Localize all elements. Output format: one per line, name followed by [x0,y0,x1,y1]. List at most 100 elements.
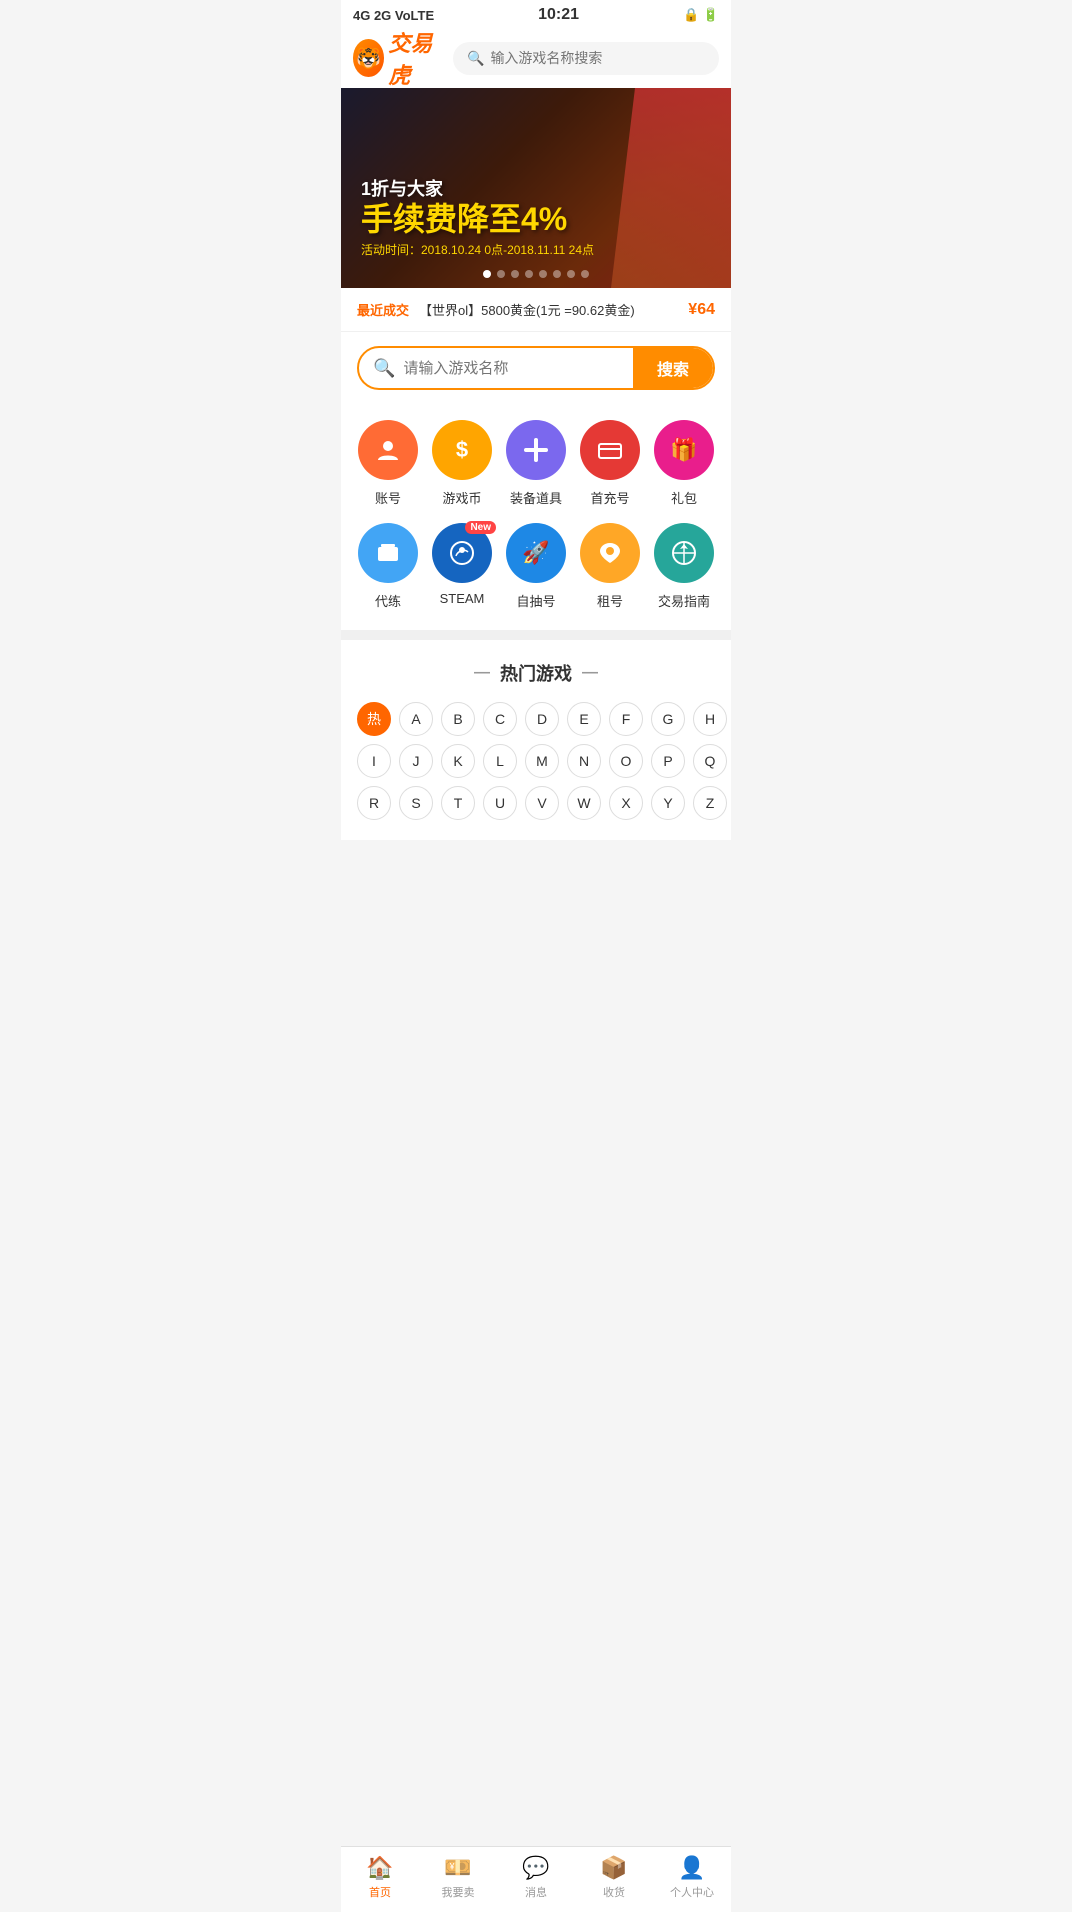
logo-text: 交易虎 [388,26,443,90]
alpha-btn-H[interactable]: H [693,702,727,736]
header-search-input[interactable] [490,50,705,66]
category-grid: 账号 $ 游戏币 装备道具 首充号 🎁 礼包 代练 [351,420,721,610]
search-bar[interactable]: 🔍 搜索 [357,346,715,390]
hot-games-title: 热门游戏 [500,660,572,686]
cat-label-account: 账号 [375,488,401,507]
status-time: 10:21 [538,6,579,24]
alpha-btn-C[interactable]: C [483,702,517,736]
alpha-btn-A[interactable]: A [399,702,433,736]
alpha-btn-M[interactable]: M [525,744,559,778]
logo[interactable]: 🐯 交易虎 [353,38,443,78]
alpha-btn-J[interactable]: J [399,744,433,778]
cat-icon-rental [580,523,640,583]
banner-dots [341,270,731,278]
alpha-btn-V[interactable]: V [525,786,559,820]
logo-icon: 🐯 [353,39,384,77]
section-title: — 热门游戏 — [357,660,715,686]
nav-item-message[interactable]: 💬 消息 [497,1855,575,1900]
alpha-btn-B[interactable]: B [441,702,475,736]
nav-label-home: 首页 [369,1884,391,1900]
search-button[interactable]: 搜索 [633,348,713,388]
cat-label-equipment: 装备道具 [510,488,562,507]
nav-icon-sell: 💴 [444,1855,471,1881]
banner-date: 活动时间：2018.10.24 0点-2018.11.11 24点 [361,241,594,258]
nav-item-sell[interactable]: 💴 我要卖 [419,1855,497,1900]
new-badge: New [465,521,496,534]
cat-label-steam: STEAM [440,591,485,606]
category-item-steam[interactable]: New STEAM [425,523,499,610]
alpha-btn-X[interactable]: X [609,786,643,820]
search-input-wrap[interactable]: 🔍 [359,348,633,388]
category-item-lottery[interactable]: 🚀 自抽号 [499,523,573,610]
category-item-account[interactable]: 账号 [351,420,425,507]
dot-6[interactable] [553,270,561,278]
alpha-btn-G[interactable]: G [651,702,685,736]
dot-2[interactable] [497,270,505,278]
alpha-btn-R[interactable]: R [357,786,391,820]
alphabet-grid: 热ABCDEFGHIJKLMNOPQRSTUVWXYZ [357,702,715,820]
category-item-currency[interactable]: $ 游戏币 [425,420,499,507]
header-search-bar[interactable]: 🔍 [453,42,719,75]
category-item-gift[interactable]: 🎁 礼包 [647,420,721,507]
dot-3[interactable] [511,270,519,278]
category-item-training[interactable]: 代练 [351,523,425,610]
dot-4[interactable] [525,270,533,278]
banner[interactable]: 1折与大家 手续费降至4% 活动时间：2018.10.24 0点-2018.11… [341,88,731,288]
alpha-btn-热[interactable]: 热 [357,702,391,736]
search-section: 🔍 搜索 [341,332,731,404]
alpha-btn-S[interactable]: S [399,786,433,820]
search-input[interactable] [403,360,619,377]
nav-item-home[interactable]: 🏠 首页 [341,1855,419,1900]
alpha-btn-Q[interactable]: Q [693,744,727,778]
alpha-btn-O[interactable]: O [609,744,643,778]
category-item-guide[interactable]: 交易指南 [647,523,721,610]
category-item-equipment[interactable]: 装备道具 [499,420,573,507]
cat-icon-steam: New [432,523,492,583]
alpha-btn-I[interactable]: I [357,744,391,778]
nav-label-profile: 个人中心 [670,1884,714,1900]
cat-label-gift: 礼包 [671,488,697,507]
nav-label-message: 消息 [525,1884,547,1900]
category-section: 账号 $ 游戏币 装备道具 首充号 🎁 礼包 代练 [341,404,731,630]
alpha-btn-D[interactable]: D [525,702,559,736]
alpha-btn-T[interactable]: T [441,786,475,820]
alpha-btn-K[interactable]: K [441,744,475,778]
search-icon: 🔍 [467,50,484,67]
alpha-btn-U[interactable]: U [483,786,517,820]
dot-1[interactable] [483,270,491,278]
dot-5[interactable] [539,270,547,278]
nav-label-sell: 我要卖 [442,1884,475,1900]
hot-games-section: — 热门游戏 — 热ABCDEFGHIJKLMNOPQRSTUVWXYZ [341,640,731,840]
dot-8[interactable] [581,270,589,278]
cat-icon-gift: 🎁 [654,420,714,480]
dot-7[interactable] [567,270,575,278]
nav-icon-profile: 👤 [678,1855,705,1881]
recent-transaction: 最近成交 【世界ol】5800黄金(1元 =90.62黄金) ¥64 [341,288,731,332]
alpha-btn-P[interactable]: P [651,744,685,778]
title-dash-right: — [582,664,598,682]
alpha-btn-E[interactable]: E [567,702,601,736]
alpha-btn-Z[interactable]: Z [693,786,727,820]
alpha-btn-F[interactable]: F [609,702,643,736]
alpha-btn-W[interactable]: W [567,786,601,820]
nav-label-receive: 收货 [603,1884,625,1900]
alpha-btn-L[interactable]: L [483,744,517,778]
cat-icon-account [358,420,418,480]
banner-content: 1折与大家 手续费降至4% 活动时间：2018.10.24 0点-2018.11… [361,180,594,258]
alpha-btn-N[interactable]: N [567,744,601,778]
category-item-rental[interactable]: 租号 [573,523,647,610]
category-item-firstcharge[interactable]: 首充号 [573,420,647,507]
alpha-btn-Y[interactable]: Y [651,786,685,820]
banner-decoration [611,88,731,288]
banner-title-line2: 1折与大家 手续费降至4% [361,180,594,237]
cat-label-rental: 租号 [597,591,623,610]
header: 🐯 交易虎 🔍 [341,30,731,88]
search-icon: 🔍 [373,358,395,379]
cat-label-lottery: 自抽号 [516,591,555,610]
nav-item-receive[interactable]: 📦 收货 [575,1855,653,1900]
recent-text: 【世界ol】5800黄金(1元 =90.62黄金) [419,300,678,319]
cat-icon-training [358,523,418,583]
section-divider [341,630,731,640]
nav-item-profile[interactable]: 👤 个人中心 [653,1855,731,1900]
bottom-nav: 🏠 首页 💴 我要卖 💬 消息 📦 收货 👤 个人中心 [341,1846,731,1912]
